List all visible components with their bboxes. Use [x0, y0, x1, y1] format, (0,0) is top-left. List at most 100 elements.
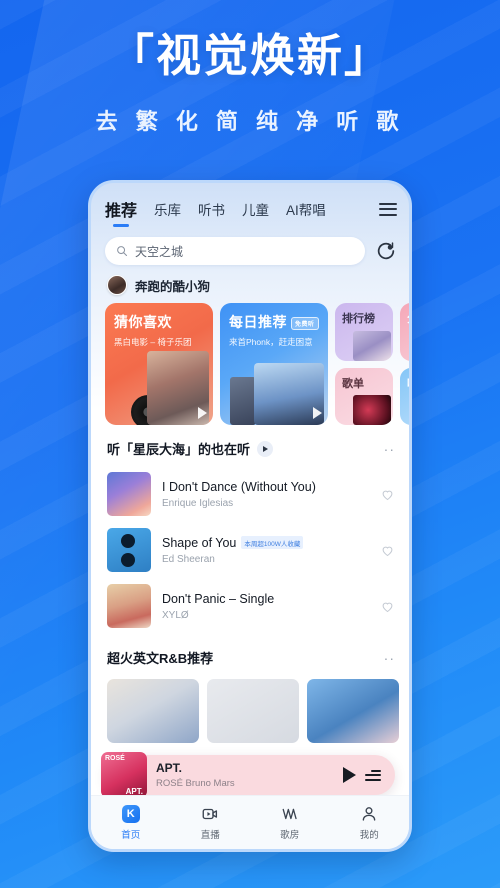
section-header-similar-listeners: 听「星辰大海」的也在听 ··	[91, 425, 409, 466]
song-title: Shape of You	[162, 535, 237, 550]
username-label: 奔跑的酷小狗	[135, 279, 211, 294]
card-daily-recommend[interactable]: 每日推荐 免费听 来首Phonk，赶走困意	[220, 303, 328, 425]
search-input[interactable]: 天空之城	[105, 237, 365, 265]
player-track-artist: ROSÉ Bruno Mars	[156, 778, 235, 789]
hero-title: 「视觉焕新」	[108, 30, 391, 81]
identify-music-icon[interactable]	[375, 240, 397, 262]
section-header-rnb: 超火英文R&B推荐 ··	[91, 634, 409, 675]
nav-label: 我的	[359, 829, 379, 841]
cover-top-label: ROSÉ	[105, 755, 125, 762]
free-badge: 免费听	[291, 316, 319, 330]
phone-mockup: 推荐 乐库 听书 儿童 AI帮唱 天空之城 奔跑的酷小狗 猜你喜欢 黑白电影 –…	[88, 180, 412, 852]
more-dots-icon[interactable]: ··	[384, 651, 395, 665]
album-row[interactable]	[91, 675, 409, 743]
favorite-heart-icon[interactable]	[380, 543, 395, 558]
play-circle-icon[interactable]	[257, 440, 274, 457]
play-icon[interactable]	[313, 407, 322, 419]
hamburger-line	[379, 213, 397, 216]
feature-card-carousel[interactable]: 猜你喜欢 黑白电影 – 椅子乐团 每日推荐 免费听 来首Phonk，赶走困意 排行…	[91, 303, 409, 425]
song-title-row: Don't Panic – Single	[162, 592, 369, 606]
hamburger-icon[interactable]	[379, 202, 397, 216]
hero-banner: 「视觉焕新」 去 繁 化 简 纯 净 听 歌	[0, 0, 500, 136]
card-title: 每日推荐	[229, 314, 287, 330]
more-dots-icon[interactable]: ··	[384, 442, 395, 456]
song-title-row: I Don't Dance (Without You)	[162, 480, 369, 494]
user-greeting-row[interactable]: 奔跑的酷小狗	[91, 265, 409, 303]
card-subtitle: 黑白电影 – 椅子乐团	[114, 337, 192, 347]
card-partial-top[interactable]: 分	[400, 303, 409, 361]
nav-item-profile[interactable]: 我的	[330, 805, 410, 841]
card-column-edge: 分 听	[400, 303, 409, 425]
card-column-small: 排行榜 歌单	[335, 303, 393, 425]
song-row[interactable]: Shape of You 本周超100W人收藏 Ed Sheeran	[91, 522, 409, 578]
avatar[interactable]	[107, 275, 127, 295]
card-title: 分	[400, 303, 409, 326]
play-icon[interactable]	[343, 767, 356, 783]
tab-music-library[interactable]: 乐库	[154, 199, 181, 219]
song-artist: XYLØ	[162, 609, 189, 621]
card-guess-you-like[interactable]: 猜你喜欢 黑白电影 – 椅子乐团	[105, 303, 213, 425]
song-meta: Don't Panic – Single XYLØ	[162, 592, 369, 621]
playlist-icon[interactable]	[365, 769, 381, 781]
album-thumbnail[interactable]	[207, 679, 299, 743]
nav-item-home[interactable]: K 首页	[91, 804, 171, 841]
album-thumbnail[interactable]	[307, 679, 399, 743]
song-title: I Don't Dance (Without You)	[162, 479, 316, 494]
mini-player-bar[interactable]: ROSÉ APT. APT. ROSÉ Bruno Mars	[101, 752, 395, 798]
nav-label: 首页	[121, 829, 141, 841]
section-title: 听「星辰大海」的也在听	[107, 442, 251, 457]
card-title: 歌单	[342, 377, 364, 390]
tab-audiobook[interactable]: 听书	[198, 199, 225, 219]
ranking-art	[353, 330, 391, 361]
top-tab-bar: 推荐 乐库 听书 儿童 AI帮唱	[91, 183, 409, 227]
profile-person-icon	[362, 806, 376, 821]
card-title: 排行榜	[342, 313, 375, 325]
card-subtitle: 来首Phonk，赶走困意	[229, 337, 313, 347]
hamburger-line	[379, 208, 397, 210]
karaoke-room-icon	[282, 808, 297, 819]
tab-kids[interactable]: 儿童	[242, 199, 269, 219]
song-meta: Shape of You 本周超100W人收藏 Ed Sheeran	[162, 536, 369, 565]
nav-item-live[interactable]: 直播	[171, 805, 251, 841]
search-row: 天空之城	[91, 227, 409, 265]
nav-label: 直播	[200, 829, 220, 841]
player-meta: APT. ROSÉ Bruno Mars	[156, 761, 334, 789]
song-cover	[107, 472, 151, 516]
song-title: Don't Panic – Single	[162, 591, 275, 606]
nav-label: 歌房	[280, 829, 300, 841]
favorite-heart-icon[interactable]	[380, 487, 395, 502]
song-cover	[107, 584, 151, 628]
song-row[interactable]: Don't Panic – Single XYLØ	[91, 578, 409, 634]
search-placeholder: 天空之城	[135, 244, 184, 259]
card-partial-bottom[interactable]: 听	[400, 367, 409, 425]
song-meta: I Don't Dance (Without You) Enrique Igle…	[162, 480, 369, 509]
favorite-heart-icon[interactable]	[380, 599, 395, 614]
player-cover-art[interactable]: ROSÉ APT.	[101, 752, 147, 798]
hamburger-line	[379, 202, 397, 205]
card-ranking[interactable]: 排行榜	[335, 303, 393, 361]
play-icon[interactable]	[198, 407, 207, 419]
hero-subtitle: 去 繁 化 简 纯 净 听 歌	[95, 108, 405, 134]
song-artist: Enrique Iglesias	[162, 497, 234, 509]
section-title: 超火英文R&B推荐	[107, 651, 214, 666]
card-playlist[interactable]: 歌单	[335, 367, 393, 425]
playlist-line	[365, 778, 381, 781]
playlist-line	[365, 774, 381, 776]
song-artist: Ed Sheeran	[162, 553, 215, 565]
song-title-row: Shape of You 本周超100W人收藏	[162, 536, 369, 550]
status-badge: 本周超100W人收藏	[241, 536, 304, 549]
album-thumbnail[interactable]	[107, 679, 199, 743]
card-title-row: 每日推荐 免费听	[220, 303, 328, 332]
tab-recommend[interactable]: 推荐	[105, 197, 137, 221]
playlist-line	[371, 769, 381, 772]
card-title: 猜你喜欢	[114, 314, 172, 330]
bottom-navigation: K 首页 直播 歌房 我的	[91, 795, 409, 849]
player-track-title: APT.	[156, 761, 183, 775]
speaker-art	[230, 377, 256, 425]
song-cover	[107, 528, 151, 572]
tab-ai-sing[interactable]: AI帮唱	[286, 199, 326, 219]
song-row[interactable]: I Don't Dance (Without You) Enrique Igle…	[91, 466, 409, 522]
nav-item-karaoke[interactable]: 歌房	[250, 805, 330, 841]
app-screen: 推荐 乐库 听书 儿童 AI帮唱 天空之城 奔跑的酷小狗 猜你喜欢 黑白电影 –…	[91, 183, 409, 849]
live-video-icon	[202, 808, 218, 819]
